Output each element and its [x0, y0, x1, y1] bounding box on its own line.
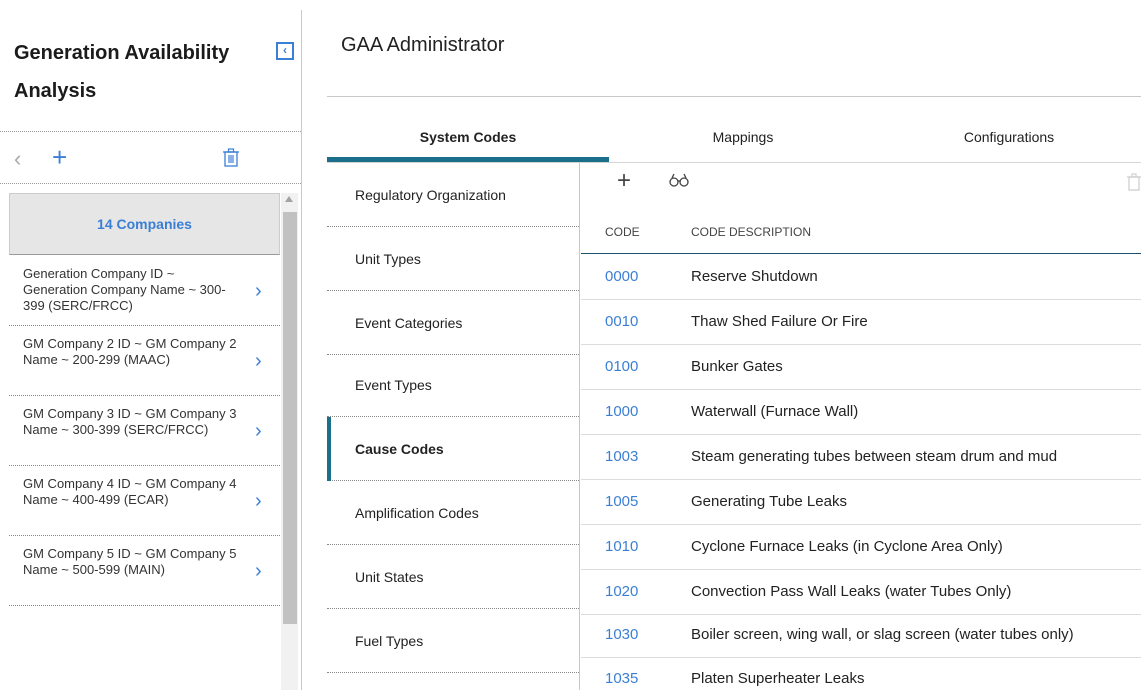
page-title: GAA Administrator — [341, 34, 505, 56]
code-description: Steam generating tubes between steam dru… — [691, 448, 1058, 465]
tab-mappings[interactable]: Mappings — [609, 112, 877, 162]
table-row[interactable]: 1005 Generating Tube Leaks — [581, 480, 1141, 525]
delete-code-button[interactable] — [1127, 173, 1141, 191]
code-link[interactable]: 1000 — [605, 403, 638, 420]
active-subnav-indicator — [327, 417, 331, 481]
subnav-item-event-categories[interactable]: Event Categories — [327, 291, 579, 355]
company-label: GM Company 4 ID ~ GM Company 4 Name ~ 40… — [23, 476, 237, 507]
table-row[interactable]: 1030 Boiler screen, wing wall, or slag s… — [581, 613, 1141, 658]
plus-icon: + — [617, 167, 632, 194]
subnav-item-fuel-types[interactable]: Fuel Types — [327, 609, 579, 673]
table-row[interactable]: 0100 Bunker Gates — [581, 345, 1141, 390]
delete-company-button[interactable] — [222, 148, 240, 168]
table-header: CODE CODE DESCRIPTION — [581, 214, 1141, 254]
table-row[interactable]: 1003 Steam generating tubes between stea… — [581, 435, 1141, 480]
chevron-left-icon: ‹ — [14, 146, 22, 171]
list-item-company[interactable]: GM Company 5 ID ~ GM Company 5 Name ~ 50… — [9, 536, 280, 606]
code-description: Waterwall (Furnace Wall) — [691, 403, 859, 420]
left-panel: Generation Availability Analysis ‹ ‹ + 1… — [0, 0, 301, 690]
subnav-item-regulatory-organization[interactable]: Regulatory Organization — [327, 163, 579, 227]
subnav-item-label: Amplification Codes — [355, 505, 479, 521]
code-description: Generating Tube Leaks — [691, 493, 847, 510]
divider — [0, 183, 301, 184]
code-link[interactable]: 0000 — [605, 268, 638, 285]
subnav-item-event-types[interactable]: Event Types — [327, 353, 579, 417]
subnav-item-label: Event Categories — [355, 315, 463, 331]
table-row[interactable]: 0010 Thaw Shed Failure Or Fire — [581, 300, 1141, 345]
binoculars-icon — [669, 173, 689, 187]
subnav-item-label: Cause Codes — [355, 441, 444, 457]
grid-toolbar: + — [581, 165, 1141, 205]
subnav-item-label: Regulatory Organization — [355, 187, 506, 203]
subnav-item-label: Event Types — [355, 377, 432, 393]
table-row[interactable]: 1020 Convection Pass Wall Leaks (water T… — [581, 570, 1141, 615]
code-link[interactable]: 1035 — [605, 670, 638, 687]
table-row[interactable]: 1000 Waterwall (Furnace Wall) — [581, 390, 1141, 435]
chevron-right-icon: › — [255, 560, 262, 582]
subnav-item-cause-codes[interactable]: Cause Codes — [327, 417, 579, 481]
scrollbar-thumb[interactable] — [283, 212, 297, 624]
divider — [0, 131, 301, 132]
chevron-right-icon: › — [255, 280, 262, 302]
code-link[interactable]: 1003 — [605, 448, 638, 465]
scroll-up-arrow-icon[interactable] — [285, 196, 293, 202]
subnav-item-unit-states[interactable]: Unit States — [327, 545, 579, 609]
code-type-list: Regulatory Organization Unit Types Event… — [327, 163, 580, 690]
find-button[interactable] — [669, 173, 689, 187]
column-header-description[interactable]: CODE DESCRIPTION — [691, 225, 811, 239]
code-description: Platen Superheater Leaks — [691, 670, 865, 687]
code-link[interactable]: 1030 — [605, 626, 638, 643]
table-row[interactable]: 1035 Platen Superheater Leaks — [581, 657, 1141, 690]
divider — [327, 96, 1141, 97]
company-label: Generation Company ID ~ Generation Compa… — [23, 266, 226, 313]
code-link[interactable]: 1020 — [605, 583, 638, 600]
left-toolbar: ‹ + — [0, 140, 301, 180]
plus-icon: + — [52, 142, 68, 172]
list-item-company[interactable]: GM Company 4 ID ~ GM Company 4 Name ~ 40… — [9, 466, 280, 536]
collapse-panel-button[interactable]: ‹ — [276, 42, 294, 60]
trash-icon — [223, 148, 239, 167]
chevron-left-icon: ‹ — [283, 43, 287, 57]
subnav-item-amplification-codes[interactable]: Amplification Codes — [327, 481, 579, 545]
list-item-company[interactable]: GM Company 2 ID ~ GM Company 2 Name ~ 20… — [9, 326, 280, 396]
code-description: Convection Pass Wall Leaks (water Tubes … — [691, 583, 1012, 600]
code-link[interactable]: 1010 — [605, 538, 638, 555]
panel-divider — [301, 10, 302, 690]
subnav-item-label: Fuel Types — [355, 633, 424, 649]
company-label: GM Company 2 ID ~ GM Company 2 Name ~ 20… — [23, 336, 237, 367]
app-title: Generation Availability Analysis — [14, 42, 230, 102]
chevron-right-icon: › — [255, 490, 262, 512]
code-description: Cyclone Furnace Leaks (in Cyclone Area O… — [691, 538, 1003, 555]
company-label: GM Company 5 ID ~ GM Company 5 Name ~ 50… — [23, 546, 237, 577]
tab-bar: System Codes Mappings Configurations — [327, 112, 1141, 162]
subnav-item-unit-types[interactable]: Unit Types — [327, 227, 579, 291]
tab-system-codes[interactable]: System Codes — [327, 112, 609, 162]
list-item-company[interactable]: Generation Company ID ~ Generation Compa… — [9, 256, 280, 326]
list-item-company[interactable]: GM Company 3 ID ~ GM Company 3 Name ~ 30… — [9, 396, 280, 466]
back-button[interactable]: ‹ — [14, 146, 21, 172]
chevron-right-icon: › — [255, 350, 262, 372]
chevron-right-icon: › — [255, 420, 262, 442]
code-description: Reserve Shutdown — [691, 268, 818, 285]
add-company-button[interactable]: + — [52, 142, 67, 173]
trash-icon — [1127, 173, 1141, 191]
code-link[interactable]: 1005 — [605, 493, 638, 510]
tab-configurations[interactable]: Configurations — [877, 112, 1141, 162]
subnav-item-label: Unit States — [355, 569, 424, 585]
column-header-code[interactable]: CODE — [605, 225, 640, 239]
code-description: Thaw Shed Failure Or Fire — [691, 313, 868, 330]
add-code-button[interactable]: + — [617, 167, 631, 195]
company-label: GM Company 3 ID ~ GM Company 3 Name ~ 30… — [23, 406, 237, 437]
code-description: Bunker Gates — [691, 358, 783, 375]
code-link[interactable]: 0100 — [605, 358, 638, 375]
table-row[interactable]: 1010 Cyclone Furnace Leaks (in Cyclone A… — [581, 525, 1141, 570]
companies-count-header[interactable]: 14 Companies — [9, 193, 280, 255]
table-row[interactable]: 0000 Reserve Shutdown — [581, 255, 1141, 300]
subnav-item-label: Unit Types — [355, 251, 421, 267]
code-description: Boiler screen, wing wall, or slag screen… — [691, 626, 1074, 643]
code-link[interactable]: 0010 — [605, 313, 638, 330]
